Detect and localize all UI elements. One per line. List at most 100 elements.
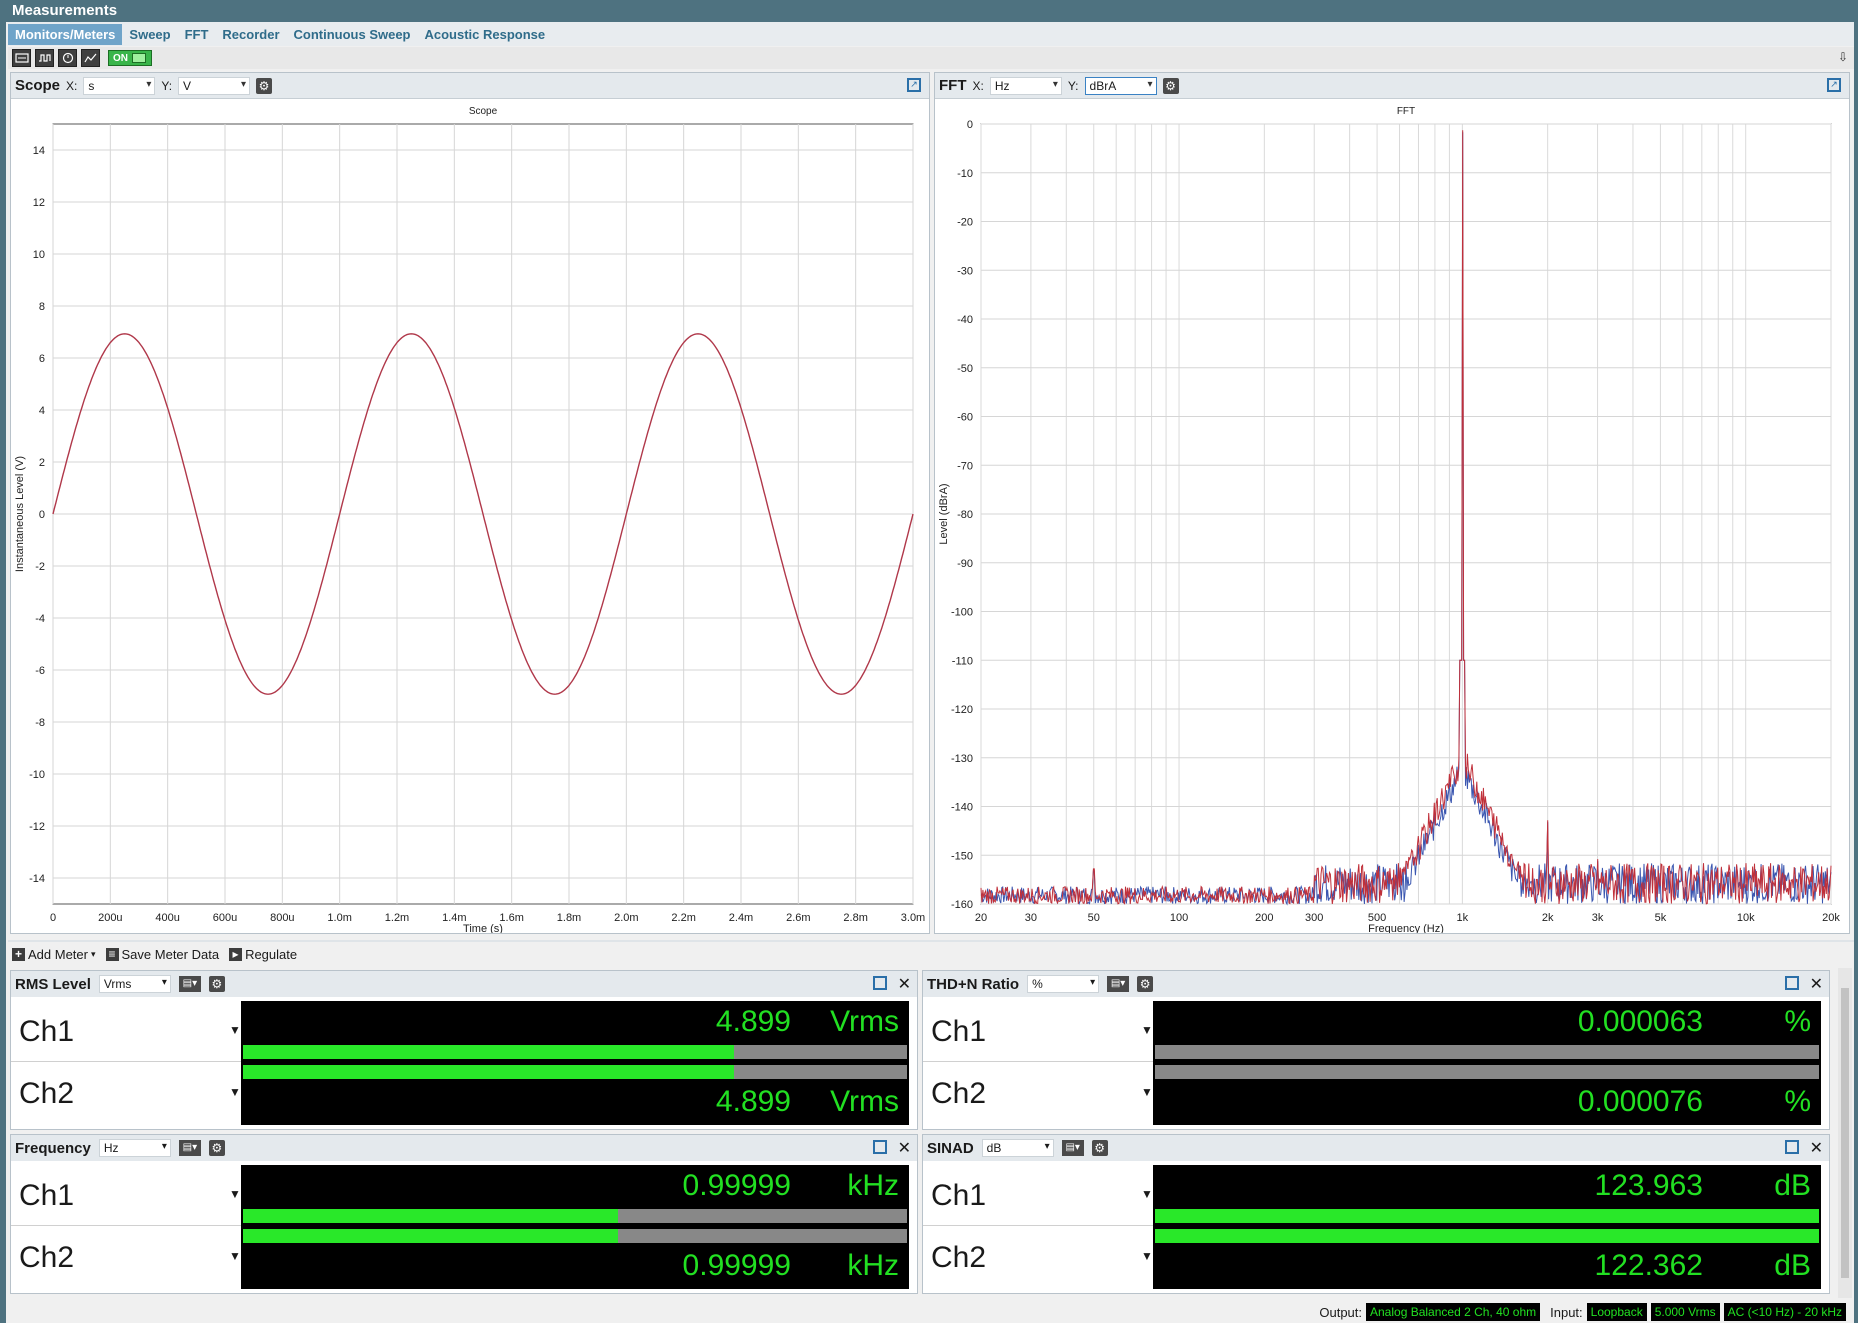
row-divider bbox=[923, 1061, 1153, 1062]
scope-y-tick-label: 10 bbox=[33, 249, 45, 261]
scope-x-tick-label: 1.6m bbox=[499, 912, 523, 924]
meter-freq: FrequencyHz▤▾⚙✕Ch1▼Ch2▼0.99999kHz0.99999… bbox=[10, 1134, 918, 1294]
gear-icon[interactable]: ⚙ bbox=[256, 77, 273, 94]
channel-label-ch1: Ch1 bbox=[931, 1179, 987, 1212]
meter-unit-ch2: kHz bbox=[847, 1249, 899, 1282]
meter-bar-fill-ch2 bbox=[243, 1229, 619, 1243]
graph-icon[interactable] bbox=[81, 49, 100, 67]
fft-y-label: Y: bbox=[1067, 78, 1079, 93]
meter-bar-fill-ch2 bbox=[1155, 1229, 1819, 1243]
ch1-dropdown-arrow[interactable]: ▼ bbox=[229, 1187, 241, 1201]
popout-icon[interactable]: ↗ bbox=[907, 78, 921, 92]
scope-x-unit-select[interactable]: s bbox=[83, 76, 156, 95]
gear-icon[interactable]: ⚙ bbox=[1091, 1140, 1108, 1156]
measurement-tabs: Monitors/Meters Sweep FFT Recorder Conti… bbox=[8, 22, 1854, 46]
generator-icon[interactable] bbox=[12, 49, 31, 67]
scope-x-tick-label: 600u bbox=[213, 912, 237, 924]
scope-chart-title: Scope bbox=[469, 106, 498, 117]
fft-title: FFT bbox=[939, 77, 967, 94]
fft-x-tick-label: 20k bbox=[1822, 912, 1840, 924]
meter-unit-select[interactable]: Vrms bbox=[98, 975, 171, 993]
close-icon[interactable]: ✕ bbox=[1810, 974, 1823, 994]
ch2-dropdown-arrow[interactable]: ▼ bbox=[229, 1249, 241, 1263]
popout-icon[interactable] bbox=[1785, 1140, 1799, 1154]
ch1-dropdown-arrow[interactable]: ▼ bbox=[229, 1023, 241, 1037]
on-toggle[interactable]: ON bbox=[108, 50, 152, 66]
meter-rms: RMS Level Vrms ▤▾ ⚙ ✕ Ch1 ▼ Ch2 ▼ 4.899 Vrms 4.899 V… bbox=[10, 970, 918, 1130]
fft-panel: FFT X: Hz Y: dBrA ⚙ ↗ FFT 20 30 50 100 200 300… bbox=[934, 72, 1850, 934]
meter-header: RMS Level Vrms ▤▾ ⚙ ✕ bbox=[11, 971, 917, 997]
regulate-button[interactable]: ▸ Regulate bbox=[229, 947, 297, 962]
meter-options-icon[interactable]: ▤▾ bbox=[1107, 976, 1130, 992]
meter-display: 123.963 dB 122.362 dB bbox=[1153, 1165, 1821, 1289]
input-level[interactable]: 5.000 Vrms bbox=[1650, 1303, 1720, 1321]
fft-y-tick-label: -80 bbox=[957, 509, 973, 521]
meter-bar-ch2 bbox=[243, 1229, 907, 1243]
meters-scrollbar[interactable] bbox=[1838, 968, 1852, 1298]
meter-unit-select[interactable]: % bbox=[1027, 975, 1100, 993]
meter-options-icon[interactable]: ▤▾ bbox=[178, 1140, 201, 1156]
fft-y-unit-select[interactable]: dBrA bbox=[1084, 76, 1157, 95]
scope-y-tick-label: -14 bbox=[29, 873, 45, 885]
close-icon[interactable]: ✕ bbox=[1810, 1138, 1823, 1158]
scope-y-tick-label: 0 bbox=[39, 509, 45, 521]
tab-acoustic-response[interactable]: Acoustic Response bbox=[418, 24, 553, 45]
fft-x-tick-label: 2k bbox=[1542, 912, 1554, 924]
gear-icon[interactable]: ⚙ bbox=[1137, 976, 1154, 992]
close-icon[interactable]: ✕ bbox=[898, 974, 911, 994]
output-value[interactable]: Analog Balanced 2 Ch, 40 ohm bbox=[1366, 1303, 1541, 1321]
add-meter-button[interactable]: + Add Meter ▾ bbox=[12, 947, 96, 962]
plus-icon: + bbox=[12, 947, 25, 961]
channel-label-ch1: Ch1 bbox=[19, 1179, 75, 1212]
input-value[interactable]: Loopback bbox=[1586, 1303, 1647, 1321]
meter-unit-select[interactable]: dB bbox=[981, 1139, 1054, 1157]
gear-icon[interactable]: ⚙ bbox=[208, 1140, 225, 1156]
fft-x-tick-label: 200 bbox=[1255, 912, 1273, 924]
close-icon[interactable]: ✕ bbox=[898, 1138, 911, 1158]
scope-chart[interactable]: Scope0 200u 400u 600u 800u 1.0m 1.2m 1.4m 1.6m 1.… bbox=[11, 100, 929, 933]
meter-title: RMS Level bbox=[15, 975, 91, 993]
save-icon: ≡ bbox=[105, 947, 119, 961]
tab-sweep[interactable]: Sweep bbox=[122, 24, 177, 45]
gear-icon[interactable]: ⚙ bbox=[1162, 77, 1179, 94]
tab-recorder[interactable]: Recorder bbox=[215, 24, 286, 45]
scope-y-tick-label: -2 bbox=[35, 561, 45, 573]
ch1-dropdown-arrow[interactable]: ▼ bbox=[1141, 1023, 1153, 1037]
ch1-dropdown-arrow[interactable]: ▼ bbox=[1141, 1187, 1153, 1201]
ch2-dropdown-arrow[interactable]: ▼ bbox=[1141, 1085, 1153, 1099]
scrollbar-thumb[interactable] bbox=[1841, 988, 1849, 1278]
tab-monitors-meters[interactable]: Monitors/Meters bbox=[8, 23, 123, 45]
save-meter-data-button[interactable]: ≡ Save Meter Data bbox=[105, 947, 219, 962]
tab-fft[interactable]: FFT bbox=[178, 24, 216, 45]
meter-title: Frequency bbox=[15, 1139, 91, 1157]
channel-label-ch2: Ch2 bbox=[19, 1077, 75, 1110]
popout-icon[interactable]: ↗ bbox=[1827, 78, 1841, 92]
clock-icon[interactable] bbox=[58, 49, 77, 67]
meter-options-icon[interactable]: ▤▾ bbox=[178, 976, 201, 992]
pin-icon[interactable]: ⇩ bbox=[1838, 50, 1848, 64]
fft-chart[interactable]: FFT20 30 50 100 200 300 500 1k 2k 3k 5k 10k 20k0-10-… bbox=[935, 100, 1849, 933]
fft-y-tick-label: -20 bbox=[957, 217, 973, 229]
gear-icon[interactable]: ⚙ bbox=[208, 976, 225, 992]
scope-y-unit-select[interactable]: V bbox=[178, 76, 251, 95]
ch2-dropdown-arrow[interactable]: ▼ bbox=[229, 1085, 241, 1099]
meter-unit-select[interactable]: Hz bbox=[98, 1139, 171, 1157]
row-divider bbox=[11, 1225, 241, 1226]
fft-y-tick-label: -120 bbox=[951, 704, 973, 716]
ch2-dropdown-arrow[interactable]: ▼ bbox=[1141, 1249, 1153, 1263]
input-filter[interactable]: AC (<10 Hz) - 20 kHz bbox=[1723, 1303, 1846, 1321]
fft-x-unit-select[interactable]: Hz bbox=[989, 76, 1062, 95]
fft-x-tick-label: 300 bbox=[1305, 912, 1323, 924]
meter-options-icon[interactable]: ▤▾ bbox=[1061, 1140, 1084, 1156]
app-title: Measurements bbox=[0, 0, 1858, 22]
tab-continuous-sweep[interactable]: Continuous Sweep bbox=[287, 24, 418, 45]
popout-icon[interactable] bbox=[873, 976, 887, 990]
popout-icon[interactable] bbox=[1785, 976, 1799, 990]
fft-y-tick-label: -70 bbox=[957, 460, 973, 472]
scope-x-label: X: bbox=[66, 78, 78, 93]
square-wave-icon[interactable] bbox=[35, 49, 54, 67]
scope-x-tick-label: 400u bbox=[155, 912, 179, 924]
meter-bar-ch1 bbox=[243, 1045, 907, 1059]
popout-icon[interactable] bbox=[873, 1140, 887, 1154]
meter-unit-ch1: % bbox=[1784, 1005, 1811, 1038]
